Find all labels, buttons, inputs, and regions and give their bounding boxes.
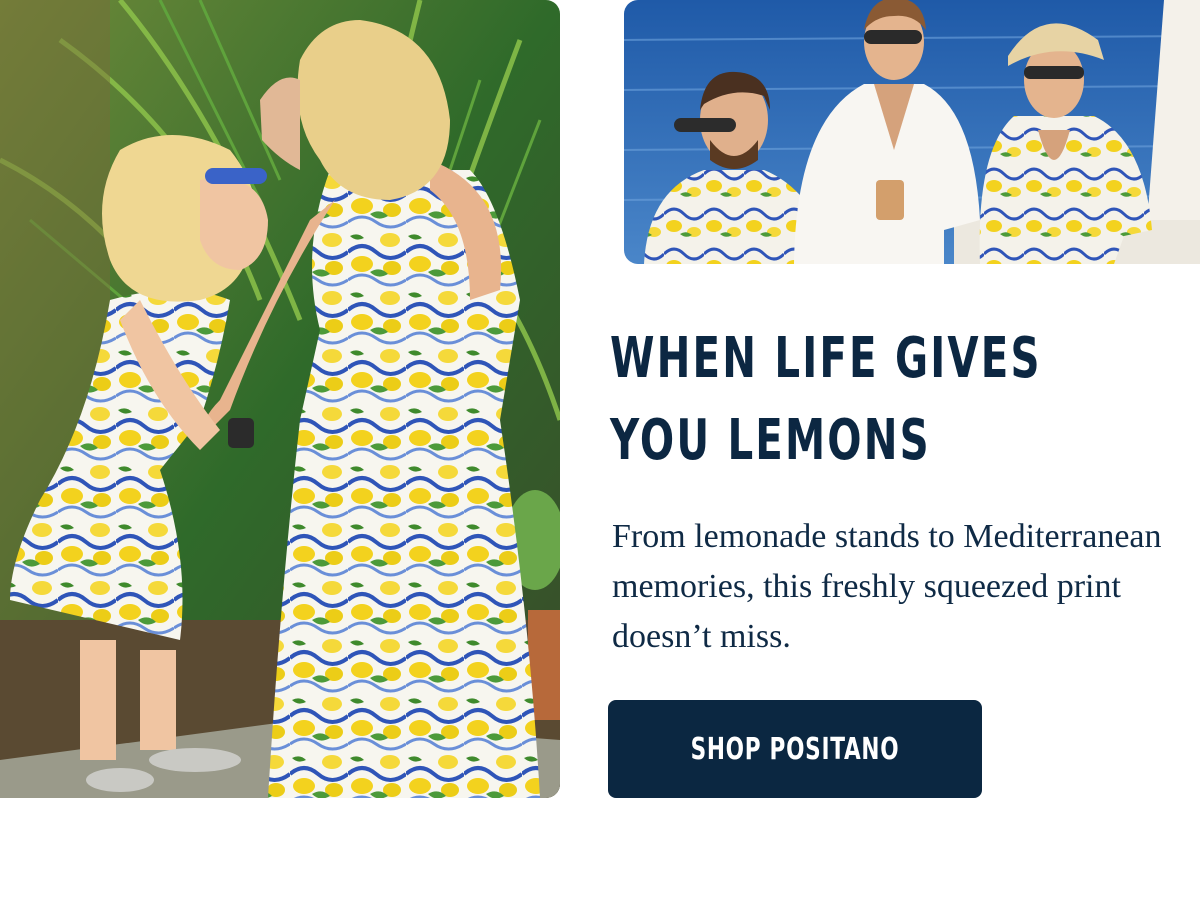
lifestyle-photo-mother-daughter: [0, 0, 560, 798]
shop-positano-label: SHOP POSITANO: [690, 731, 900, 767]
headline-line-1: WHEN LIFE GIVES: [610, 326, 1042, 391]
lifestyle-photo-men-by-sea: [624, 0, 1200, 264]
body-copy: From lemonade stands to Mediterranean me…: [612, 518, 1162, 655]
headline: WHEN LIFE GIVES YOU LEMONS: [610, 318, 1042, 482]
headline-line-2: YOU LEMONS: [610, 408, 931, 473]
shop-positano-button[interactable]: SHOP POSITANO: [608, 700, 982, 798]
